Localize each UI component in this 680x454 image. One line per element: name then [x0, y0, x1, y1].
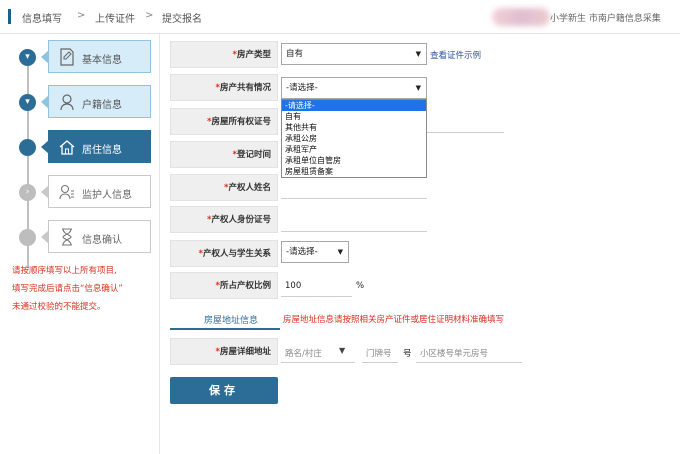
- sidebar-item-residence-info[interactable]: 居住信息: [41, 130, 151, 163]
- dropdown-option[interactable]: 承租军产: [282, 144, 426, 155]
- breadcrumb-step-2[interactable]: 上传证件: [95, 10, 135, 25]
- top-bar: 信息填写 > 上传证件 > 提交报名 小学新生 市南户籍信息采集: [0, 0, 680, 34]
- relation-label: *产权人与学生关系: [170, 240, 278, 267]
- step-done-marker: ▾: [19, 49, 36, 66]
- chevron-down-icon[interactable]: ▼: [339, 346, 345, 355]
- dropdown-option[interactable]: 自有: [282, 111, 426, 122]
- dropdown-option[interactable]: 承租公房: [282, 133, 426, 144]
- step-todo-marker: [19, 229, 36, 246]
- owner-id-input[interactable]: [281, 231, 427, 232]
- co-ownership-dropdown[interactable]: -请选择- 自有 其他共有 承租公房 承租军产 承租单位自管房 房屋租赁备案: [281, 99, 427, 178]
- dropdown-option[interactable]: 其他共有: [282, 122, 426, 133]
- ownership-share-input[interactable]: 100: [285, 281, 301, 291]
- owner-name-input[interactable]: [281, 198, 427, 199]
- instruction-note: 填写完成后请点击“信息确认”: [12, 284, 123, 294]
- ownership-share-underline: [281, 296, 352, 297]
- road-input[interactable]: 路名/村庄: [285, 347, 322, 359]
- registration-time-label: *登记时间: [170, 141, 278, 168]
- ownership-share-label: *所占产权比例: [170, 272, 278, 299]
- dropdown-option[interactable]: 房屋租赁备案: [282, 166, 426, 177]
- unit-number-underline: [416, 362, 522, 363]
- owner-name-label: *产权人姓名: [170, 174, 278, 201]
- view-certificate-example-link[interactable]: 查看证件示例: [430, 49, 481, 61]
- door-number-underline: [362, 362, 398, 363]
- house-icon: [59, 140, 75, 155]
- active-tab-underline: [170, 328, 280, 330]
- detailed-address-label: *房屋详细地址: [170, 338, 278, 365]
- road-underline: [281, 362, 355, 363]
- door-number-input[interactable]: 门牌号: [366, 347, 392, 359]
- cert-number-input[interactable]: [427, 132, 504, 133]
- tab-address-info[interactable]: 房屋地址信息: [204, 313, 258, 326]
- sidebar-item-label: 信息确认: [82, 235, 122, 246]
- cert-number-label: *房屋所有权证号: [170, 108, 278, 135]
- sidebar-item-confirm[interactable]: 信息确认: [41, 220, 151, 253]
- step-todo-marker: ›: [19, 184, 36, 201]
- sidebar-item-household-info[interactable]: 户籍信息: [41, 85, 151, 118]
- sidebar-item-basic-info[interactable]: 基本信息: [41, 40, 151, 73]
- accent-bar: [8, 9, 11, 24]
- instruction-note: 请按顺序填写以上所有项目,: [12, 266, 117, 276]
- guardian-icon: [59, 184, 74, 200]
- sidebar-item-label: 户籍信息: [82, 100, 122, 111]
- sidebar: ▾ ▾ › 基本信息 户籍信息 居住信息 监护人信息 信息确认 请按顺序填写以上…: [0, 34, 160, 454]
- sidebar-item-label: 居住信息: [82, 145, 122, 156]
- dropdown-option[interactable]: -请选择-: [282, 100, 426, 111]
- sidebar-item-label: 基本信息: [82, 55, 122, 66]
- dropdown-option[interactable]: 承租单位自管房: [282, 155, 426, 166]
- instruction-note: 未通过校验的不能提交。: [12, 302, 106, 312]
- percent-unit: %: [356, 281, 365, 291]
- sidebar-item-label: 监护人信息: [82, 190, 132, 201]
- sidebar-item-guardian-info[interactable]: 监护人信息: [41, 175, 151, 208]
- blurred-logo: [492, 8, 550, 26]
- step-active-marker: [19, 139, 36, 156]
- breadcrumb-separator: >: [145, 10, 154, 21]
- breadcrumb-step-1[interactable]: 信息填写: [22, 10, 62, 25]
- hourglass-icon: [62, 228, 72, 246]
- co-ownership-label: *房产共有情况: [170, 74, 278, 101]
- document-edit-icon: [60, 48, 74, 66]
- owner-id-label: *产权人身份证号: [170, 206, 278, 233]
- breadcrumb-separator: >: [77, 10, 86, 21]
- number-mark: 号: [403, 349, 412, 359]
- unit-number-input[interactable]: 小区楼号单元房号: [420, 347, 488, 359]
- person-icon: [60, 94, 74, 111]
- step-done-marker: ▾: [19, 94, 36, 111]
- address-hint: 房屋地址信息请按照相关房产证件或居住证明材料准确填写: [283, 315, 505, 325]
- relation-select[interactable]: -请选择- ▼: [281, 241, 349, 263]
- breadcrumb-step-3[interactable]: 提交报名: [162, 10, 202, 25]
- co-ownership-select[interactable]: -请选择- ▼: [281, 77, 427, 99]
- save-button[interactable]: 保存: [170, 377, 278, 404]
- site-title: 小学新生 市南户籍信息采集: [550, 14, 661, 24]
- property-type-label: *房产类型: [170, 41, 278, 68]
- property-type-select[interactable]: 自有 ▼: [281, 43, 427, 65]
